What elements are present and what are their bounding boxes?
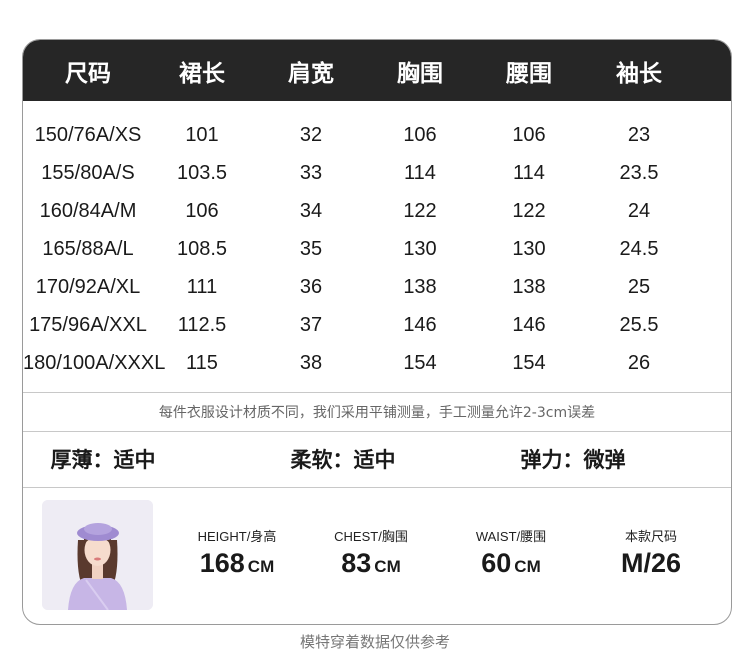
cell-waist: 106 bbox=[512, 123, 546, 146]
table-row: 170/92A/XL 111 36 138 138 25 bbox=[23, 268, 731, 306]
chest-unit: CM bbox=[374, 557, 401, 576]
cell-shoulder: 37 bbox=[299, 313, 323, 336]
cell-skirt-length: 115 bbox=[186, 351, 218, 374]
attr-elasticity: 弹力：微弹 bbox=[520, 448, 626, 472]
table-row: 150/76A/XS 101 32 106 106 23 bbox=[23, 116, 731, 154]
cell-waist: 114 bbox=[513, 161, 545, 184]
model-height: HEIGHT/身高 168 CM bbox=[189, 526, 285, 579]
cell-waist: 154 bbox=[512, 351, 546, 374]
cell-sleeve: 23 bbox=[627, 123, 651, 146]
cell-sleeve: 26 bbox=[627, 351, 651, 374]
header-waist: 腰围 bbox=[506, 60, 552, 87]
table-row: 165/88A/L 108.5 35 130 130 24.5 bbox=[23, 230, 731, 268]
chest-label: CHEST/胸围 bbox=[334, 529, 408, 544]
cell-shoulder: 35 bbox=[299, 237, 323, 260]
waist-value: 60 bbox=[481, 548, 512, 578]
cell-chest: 154 bbox=[403, 351, 437, 374]
cell-size: 175/96A/XXL bbox=[29, 313, 147, 336]
cell-size: 150/76A/XS bbox=[34, 123, 142, 146]
cell-size: 155/80A/S bbox=[41, 161, 135, 184]
cell-skirt-length: 101 bbox=[185, 123, 219, 146]
cell-size: 170/92A/XL bbox=[35, 275, 141, 298]
cell-skirt-length: 111 bbox=[186, 275, 218, 298]
table-row: 180/100A/XXXL 115 38 154 154 26 bbox=[23, 344, 731, 382]
header-size: 尺码 bbox=[65, 60, 111, 87]
header-sleeve: 袖长 bbox=[616, 60, 662, 87]
chest-value: 83 bbox=[341, 548, 372, 578]
cell-shoulder: 33 bbox=[299, 161, 323, 184]
cell-sleeve: 25 bbox=[627, 275, 651, 298]
table-body: 150/76A/XS 101 32 106 106 23 155/80A/S 1… bbox=[23, 116, 731, 382]
cell-size: 165/88A/L bbox=[42, 237, 134, 260]
cell-size: 160/84A/M bbox=[39, 199, 137, 222]
table-header: 尺码 裙长 肩宽 胸围 腰围 袖长 bbox=[23, 40, 731, 101]
cell-shoulder: 32 bbox=[299, 123, 323, 146]
height-label: HEIGHT/身高 bbox=[197, 529, 277, 544]
size-label: 本款尺码 bbox=[624, 529, 677, 544]
cell-skirt-length: 108.5 bbox=[176, 237, 228, 260]
model-size: 本款尺码 M/26 bbox=[603, 526, 699, 579]
table-row: 160/84A/M 106 34 122 122 24 bbox=[23, 192, 731, 230]
waist-label: WAIST/腰围 bbox=[475, 529, 547, 544]
cell-chest: 122 bbox=[403, 199, 437, 222]
attr-thickness: 厚薄：适中 bbox=[50, 448, 156, 472]
model-photo bbox=[42, 500, 153, 610]
cell-chest: 106 bbox=[403, 123, 437, 146]
cell-skirt-length: 106 bbox=[185, 199, 219, 222]
model-waist: WAIST/腰围 60 CM bbox=[463, 526, 559, 579]
header-shoulder: 肩宽 bbox=[288, 60, 334, 87]
cell-chest: 114 bbox=[404, 161, 436, 184]
cell-skirt-length: 103.5 bbox=[176, 161, 228, 184]
model-chest: CHEST/胸围 83 CM bbox=[323, 526, 419, 579]
size-value: M/26 bbox=[620, 548, 682, 578]
height-unit: CM bbox=[247, 557, 275, 576]
waist-unit: CM bbox=[514, 557, 541, 576]
cell-waist: 122 bbox=[512, 199, 546, 222]
cell-sleeve: 25.5 bbox=[619, 313, 659, 336]
cell-sleeve: 24 bbox=[627, 199, 651, 222]
table-row: 175/96A/XXL 112.5 37 146 146 25.5 bbox=[23, 306, 731, 344]
height-value: 168 bbox=[199, 548, 245, 578]
cell-chest: 138 bbox=[403, 275, 437, 298]
header-chest: 胸围 bbox=[397, 60, 443, 87]
cell-chest: 146 bbox=[403, 313, 437, 336]
model-info: HEIGHT/身高 168 CM CHEST/胸围 83 CM WAIST/腰围 6… bbox=[23, 488, 731, 624]
cell-shoulder: 36 bbox=[299, 275, 323, 298]
footer-note: 模特穿着数据仅供参考 bbox=[299, 633, 450, 651]
cell-waist: 130 bbox=[512, 237, 546, 260]
cell-chest: 130 bbox=[403, 237, 437, 260]
attr-softness: 柔软：适中 bbox=[290, 448, 396, 472]
cell-sleeve: 24.5 bbox=[619, 237, 659, 260]
cell-shoulder: 38 bbox=[299, 351, 323, 374]
cell-size: 180/100A/XXXL bbox=[23, 351, 166, 374]
cell-waist: 138 bbox=[512, 275, 546, 298]
cell-waist: 146 bbox=[512, 313, 546, 336]
table-row: 155/80A/S 103.5 33 114 114 23.5 bbox=[23, 154, 731, 192]
cell-skirt-length: 112.5 bbox=[177, 313, 227, 336]
cell-shoulder: 34 bbox=[299, 199, 323, 222]
size-chart-card: 尺码 裙长 肩宽 胸围 腰围 袖长 150/76A/XS 101 32 106 … bbox=[22, 39, 732, 625]
model-illustration-icon bbox=[42, 500, 153, 610]
header-skirt-length: 裙长 bbox=[179, 60, 225, 87]
cell-sleeve: 23.5 bbox=[619, 161, 659, 184]
fabric-attributes: 厚薄：适中 柔软：适中 弹力：微弹 bbox=[23, 431, 731, 488]
measurement-note: 每件衣服设计材质不同，我们采用平铺测量，手工测量允许2-3cm误差 bbox=[23, 392, 731, 432]
